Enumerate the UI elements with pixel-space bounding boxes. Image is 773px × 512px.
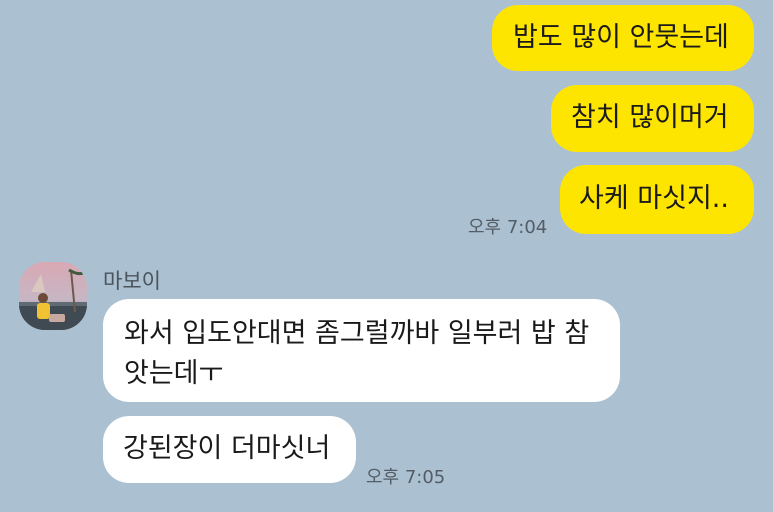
message-text: 참치 많이머거 <box>571 102 729 133</box>
incoming-message-bubble[interactable]: 와서 입도안대면 좀그럴까바 일부러 밥 참 앗는데ㅜ <box>103 299 620 402</box>
incoming-message-bubble[interactable]: 강된장이 더마싯너 <box>103 416 356 483</box>
message-text: 사케 마싯지.. <box>579 183 729 214</box>
profile-photo-icon <box>19 262 87 330</box>
message-text: 강된장이 더마싯너 <box>123 433 331 464</box>
message-timestamp: 오후 7:04 <box>468 217 548 238</box>
outgoing-message-bubble[interactable]: 밥도 많이 안뭇는데 <box>492 5 754 71</box>
sender-avatar[interactable] <box>19 262 87 330</box>
sender-name: 마보이 <box>103 269 161 293</box>
message-text-line: 앗는데ㅜ <box>124 358 224 389</box>
outgoing-message-bubble[interactable]: 사케 마싯지.. <box>560 165 754 234</box>
message-timestamp: 오후 7:05 <box>366 467 446 488</box>
message-text-line: 와서 입도안대면 좀그럴까바 일부러 밥 참 <box>124 318 590 349</box>
message-text: 밥도 많이 안뭇는데 <box>513 22 729 53</box>
outgoing-message-bubble[interactable]: 참치 많이머거 <box>551 85 754 152</box>
